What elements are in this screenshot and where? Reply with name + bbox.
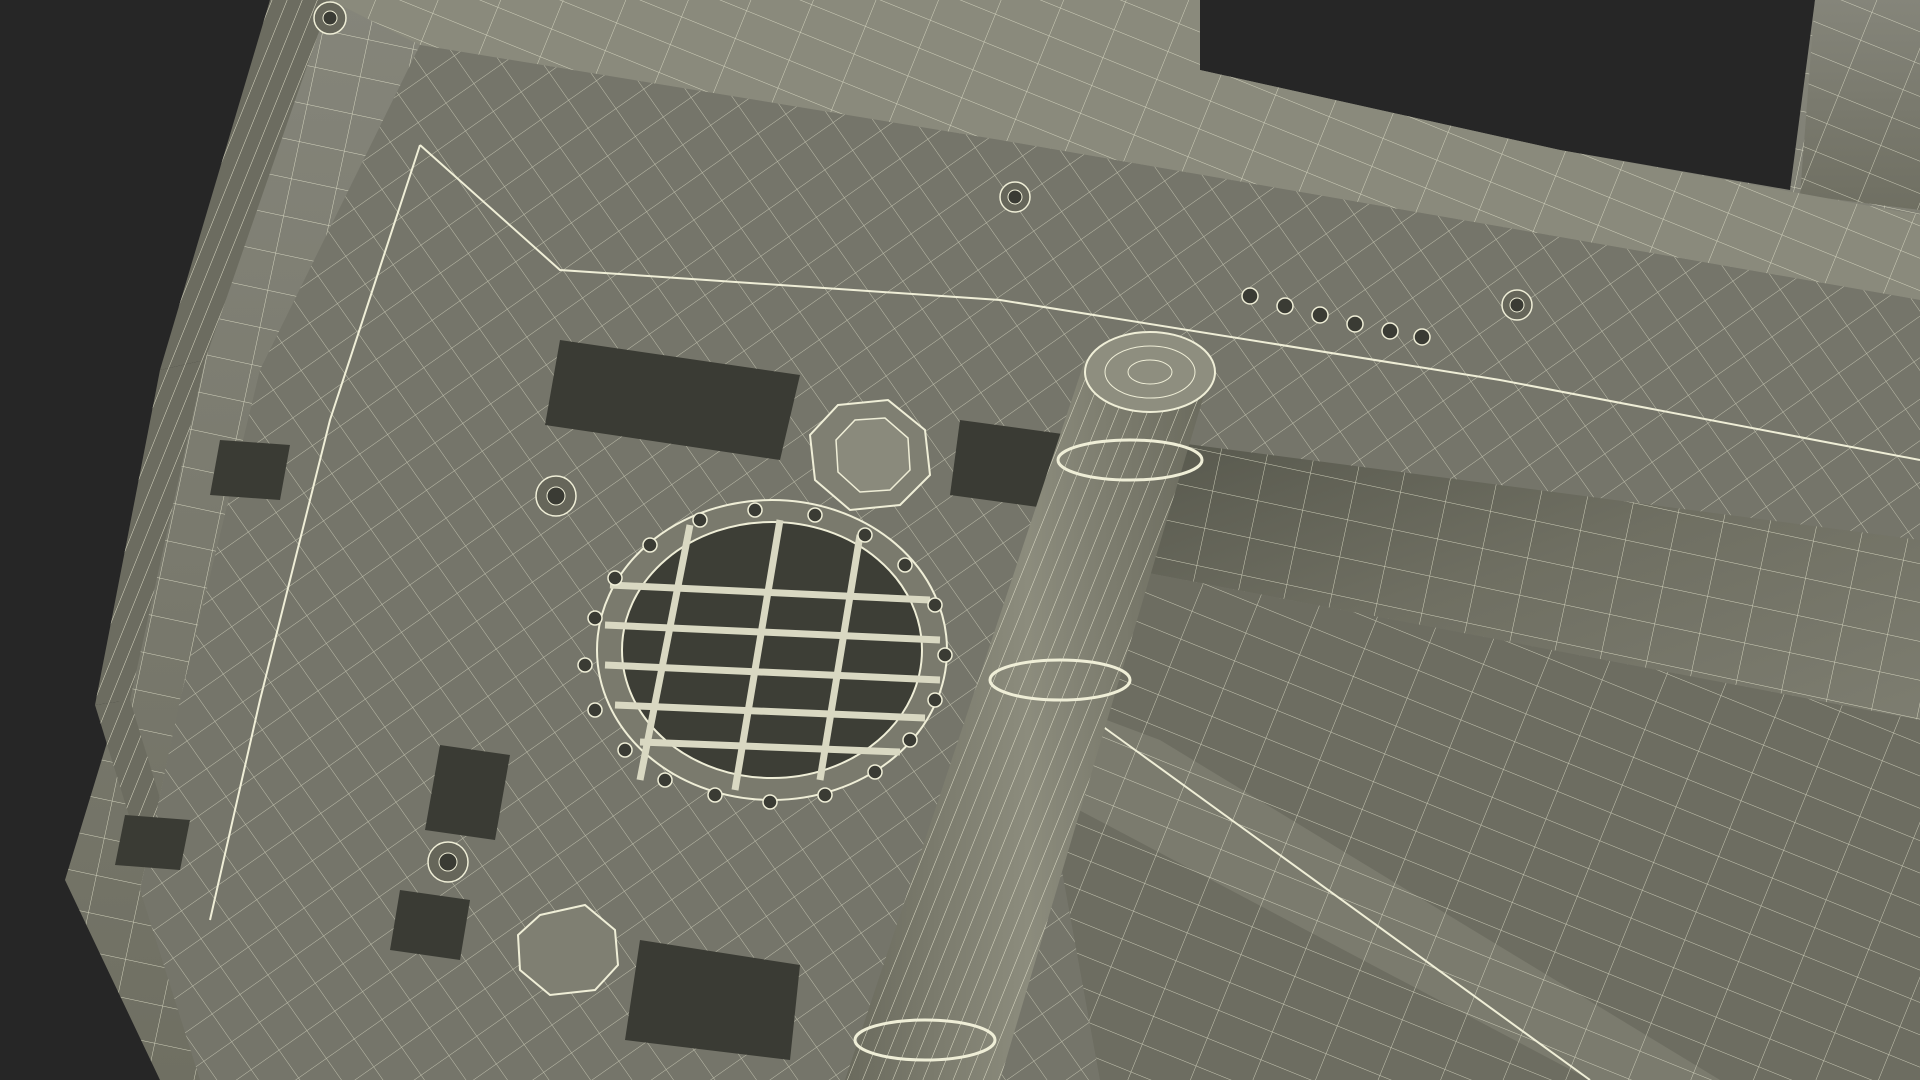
screw-hole-icon [535, 475, 577, 517]
screw-hole-icon [427, 841, 469, 883]
render-viewport [0, 0, 1920, 1080]
wireframe-render [65, 0, 1920, 1080]
screw-hole-icon [313, 1, 347, 35]
screw-hole-icon [1501, 289, 1533, 321]
screw-hole-icon [999, 181, 1031, 213]
